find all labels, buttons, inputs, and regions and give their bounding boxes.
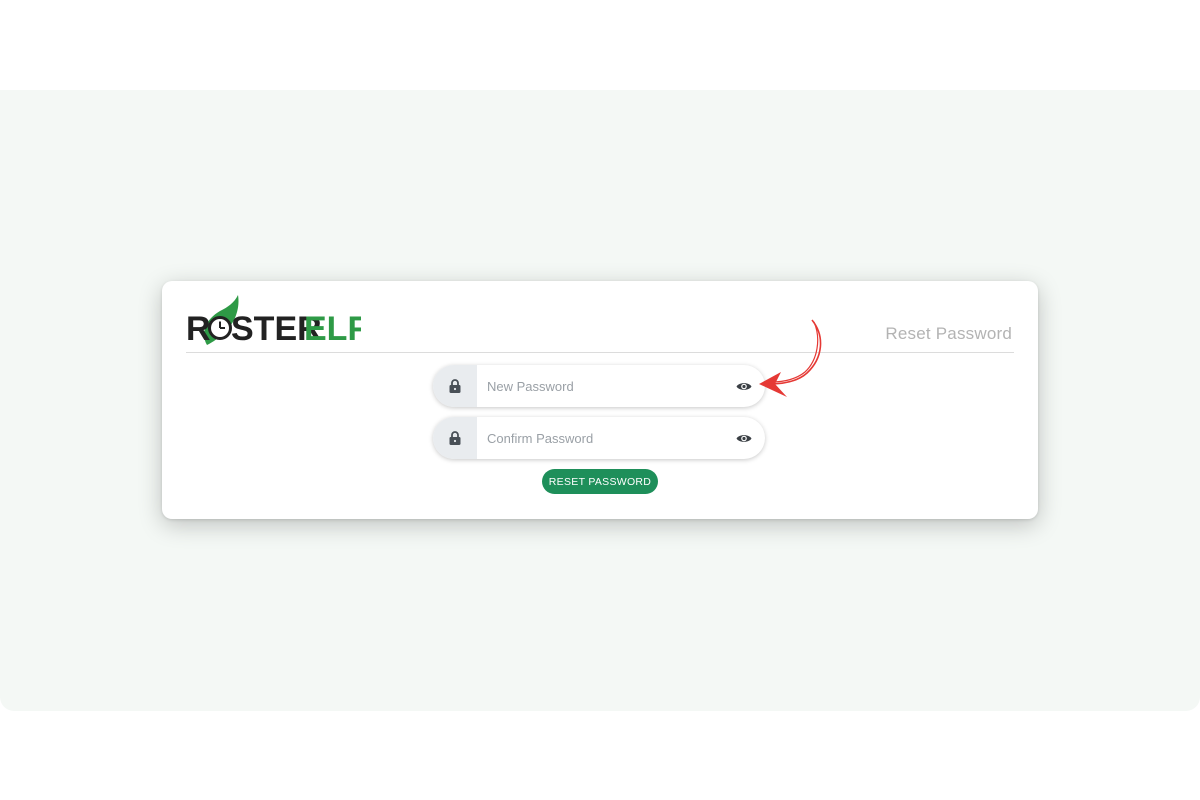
lock-icon <box>433 417 477 459</box>
annotation-arrow-icon <box>759 319 822 397</box>
header-divider <box>186 352 1014 353</box>
logo-text-elf: ELF <box>304 310 361 348</box>
confirm-password-input[interactable] <box>477 417 727 459</box>
eye-icon[interactable] <box>735 429 753 447</box>
new-password-input[interactable] <box>477 365 727 407</box>
confirm-password-field <box>433 417 765 459</box>
eye-icon[interactable] <box>735 377 753 395</box>
lock-icon <box>433 365 477 407</box>
new-password-field <box>433 365 765 407</box>
rosterelf-logo: R STER ELF <box>186 293 361 351</box>
reset-password-button[interactable]: RESET PASSWORD <box>542 469 658 494</box>
reset-password-card: R STER ELF Reset Password RESET PASSWORD <box>162 281 1038 519</box>
logo-text-r: R <box>186 310 211 348</box>
page-title: Reset Password <box>885 324 1012 343</box>
